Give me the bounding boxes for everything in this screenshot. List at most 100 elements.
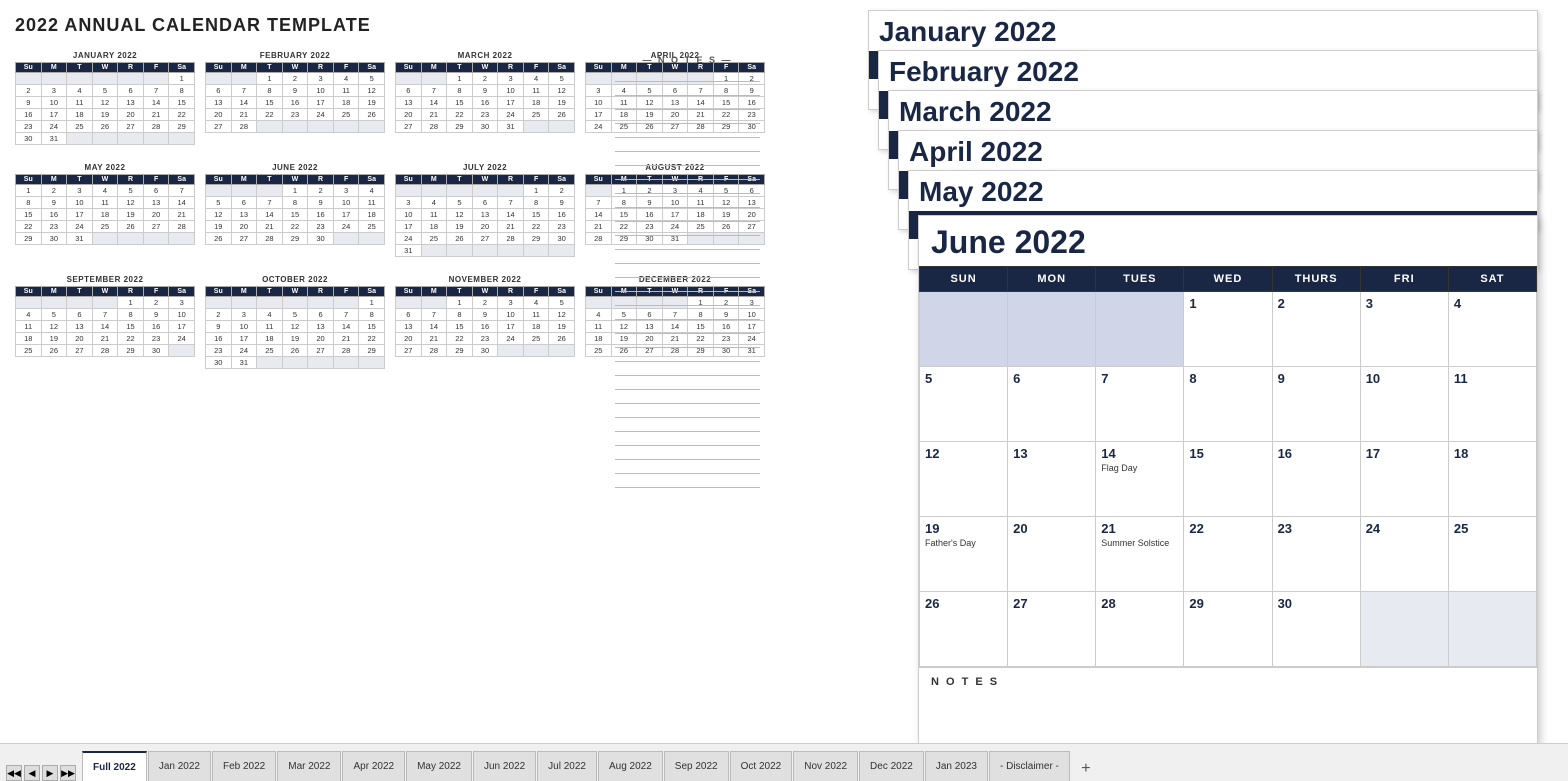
mini-cal-header-t: T (257, 175, 283, 185)
mini-cal-day: 13 (231, 209, 257, 221)
mini-cal-header-f: F (523, 175, 549, 185)
mini-cal-day: 7 (421, 85, 447, 97)
tab-jan-2022[interactable]: Jan 2022 (148, 751, 211, 781)
mini-cal-header-t: T (67, 63, 93, 73)
mini-cal-header-w: W (282, 63, 308, 73)
mini-cal-day (143, 233, 169, 245)
mini-cal-table: SuMTWRFSa1234567891011121314151617181920… (15, 62, 195, 145)
mini-cal-day: 6 (396, 85, 422, 97)
jun-w1-d6: 3 (1360, 292, 1448, 367)
notes-line (615, 362, 760, 376)
mini-cal-day (472, 185, 498, 197)
tab-jun-2022[interactable]: Jun 2022 (473, 751, 536, 781)
mini-cal-day: 18 (67, 109, 93, 121)
mini-cal-day (586, 297, 612, 309)
mini-cal-day: 9 (308, 197, 334, 209)
mini-cal-day: 5 (118, 185, 144, 197)
tab-jan-2023[interactable]: Jan 2023 (925, 751, 988, 781)
mini-cal-day: 1 (169, 73, 195, 85)
mini-cal-day: 21 (231, 109, 257, 121)
mini-cal-day: 18 (92, 209, 118, 221)
mini-cal-header-su: Su (586, 175, 612, 185)
mini-cal-day: 20 (396, 109, 422, 121)
notes-line (615, 376, 760, 390)
tab-jul-2022[interactable]: Jul 2022 (537, 751, 597, 781)
table-row: 891011121314 (16, 197, 195, 209)
tab-add-button[interactable]: + (1074, 757, 1098, 781)
notes-line (615, 82, 760, 96)
mini-cal-day (396, 185, 422, 197)
jun-header-sun: SUN (920, 267, 1008, 292)
mini-cal-day: 16 (282, 97, 308, 109)
mini-cal-day: 2 (16, 85, 42, 97)
tab-nov-2022[interactable]: Nov 2022 (793, 751, 858, 781)
mini-cal-day (231, 73, 257, 85)
mini-cal-header-r: R (118, 287, 144, 297)
tab-full-2022[interactable]: Full 2022 (82, 751, 147, 781)
table-row: 3456789 (396, 197, 575, 209)
tab-may-2022[interactable]: May 2022 (406, 751, 472, 781)
mini-cal-day (447, 245, 473, 257)
mini-cal-title: JANUARY 2022 (15, 51, 195, 60)
mini-cal-header-f: F (143, 175, 169, 185)
flag-day-event: Flag Day (1101, 463, 1178, 473)
june-week-5: 26 27 28 29 30 (920, 592, 1537, 667)
mini-cal-day: 8 (447, 85, 473, 97)
mini-cal-day: 10 (169, 309, 195, 321)
tab-oct-2022[interactable]: Oct 2022 (730, 751, 793, 781)
tab-feb-2022[interactable]: Feb 2022 (212, 751, 276, 781)
tab-sep-2022[interactable]: Sep 2022 (664, 751, 729, 781)
mini-cal-day: 14 (421, 321, 447, 333)
mini-cal-day: 3 (308, 73, 334, 85)
mini-cal-day: 3 (169, 297, 195, 309)
mini-cal-day: 7 (421, 309, 447, 321)
jun-w1-d3 (1096, 292, 1184, 367)
mini-cal-day: 2 (549, 185, 575, 197)
mini-cal-header-sa: Sa (549, 63, 575, 73)
mini-cal-day: 14 (586, 209, 612, 221)
mini-cal-day: 12 (359, 85, 385, 97)
tab-nav-first[interactable]: ◀◀ (6, 765, 22, 781)
mini-cal-day (549, 121, 575, 133)
table-row: 20212223242526 (206, 109, 385, 121)
mini-cal-day: 4 (421, 197, 447, 209)
mini-cal-day: 30 (206, 357, 232, 369)
tab---disclaimer--[interactable]: - Disclaimer - (989, 751, 1070, 781)
mini-cal-day: 4 (67, 85, 93, 97)
table-row: 17181920212223 (396, 221, 575, 233)
mini-cal-day (282, 297, 308, 309)
mini-cal-day: 22 (447, 333, 473, 345)
sheet-jun-full[interactable]: June 2022 SUN MON TUES WED THURS FRI SAT (918, 215, 1538, 745)
tab-nav-next[interactable]: ▶ (42, 765, 58, 781)
tab-aug-2022[interactable]: Aug 2022 (598, 751, 663, 781)
mini-cal-day: 24 (396, 233, 422, 245)
table-row: 45678910 (16, 309, 195, 321)
mini-cal-day (16, 297, 42, 309)
mini-cal-day: 11 (333, 85, 359, 97)
table-row: 2728 (206, 121, 385, 133)
mini-cal-day: 27 (308, 345, 334, 357)
table-row: 293031 (16, 233, 195, 245)
mini-cal-day: 18 (421, 221, 447, 233)
mini-cal-day: 9 (282, 85, 308, 97)
mini-cal-day: 5 (282, 309, 308, 321)
jun-header-sat: SAT (1448, 267, 1536, 292)
table-row: 1234 (206, 185, 385, 197)
mini-cal-day (333, 357, 359, 369)
mini-cal-day: 18 (359, 209, 385, 221)
mini-cal-title: OCTOBER 2022 (205, 275, 385, 284)
tab-mar-2022[interactable]: Mar 2022 (277, 751, 341, 781)
mini-cal-day: 4 (523, 73, 549, 85)
mini-cal-day: 8 (169, 85, 195, 97)
mini-cal-day: 27 (396, 345, 422, 357)
mini-cal-day: 8 (118, 309, 144, 321)
mini-cal-header-r: R (308, 63, 334, 73)
tab-nav-prev[interactable]: ◀ (24, 765, 40, 781)
tab-dec-2022[interactable]: Dec 2022 (859, 751, 924, 781)
tab-nav-last[interactable]: ▶▶ (60, 765, 76, 781)
table-row: 2345678 (206, 309, 385, 321)
mini-cal-day: 25 (421, 233, 447, 245)
mini-cal-header-m: M (231, 63, 257, 73)
tab-apr-2022[interactable]: Apr 2022 (342, 751, 405, 781)
mini-cal-day: 4 (257, 309, 283, 321)
